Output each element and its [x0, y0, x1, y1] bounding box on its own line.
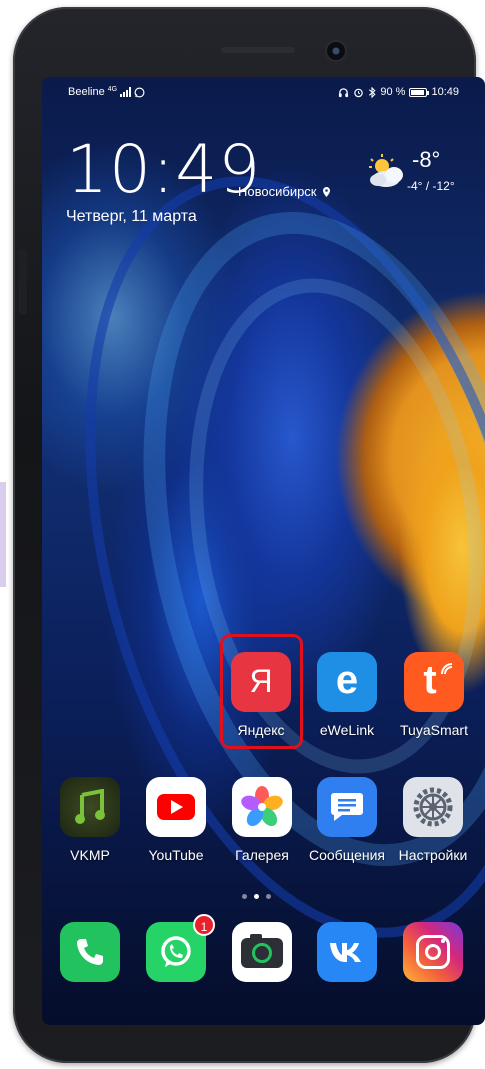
- home-screen: Beeline 4G 90 % 10:49 10:49 Четверг, 11 …: [42, 77, 485, 1025]
- side-edge: [0, 482, 6, 587]
- status-time: 10:49: [431, 86, 459, 98]
- app-vkmp[interactable]: VKMP: [47, 777, 133, 863]
- instagram-icon: [403, 922, 463, 982]
- page-indicator[interactable]: [242, 894, 271, 899]
- tuyasmart-icon: t: [404, 652, 464, 712]
- play-icon: [171, 800, 183, 814]
- ewelink-icon: e: [317, 652, 377, 712]
- ewelink-glyph: e: [335, 658, 359, 702]
- battery-icon: [409, 87, 430, 97]
- app-ewelink[interactable]: e eWeLink: [304, 652, 390, 738]
- dock-vk[interactable]: [304, 922, 390, 992]
- music-note-icon: [75, 789, 105, 824]
- status-bar: Beeline 4G 90 % 10:49: [42, 77, 485, 107]
- city-label: Новосибирск: [238, 184, 317, 199]
- app-label: VKMP: [70, 847, 110, 863]
- vkmp-icon: [60, 777, 120, 837]
- gallery-icon: [232, 777, 292, 837]
- vk-icon: [317, 922, 377, 982]
- page-dot: [242, 894, 247, 899]
- page-dot-active: [254, 894, 259, 899]
- earpiece: [221, 47, 295, 53]
- app-label: YouTube: [148, 847, 204, 863]
- settings-icon: [403, 777, 463, 837]
- app-gallery[interactable]: Галерея: [219, 777, 305, 863]
- camera-icon: [232, 922, 292, 982]
- app-label: Галерея: [235, 847, 289, 863]
- alarm-icon: [354, 88, 364, 97]
- bluetooth-icon: [369, 86, 376, 98]
- clock-widget[interactable]: 10:49: [66, 137, 261, 203]
- headset-icon: [339, 87, 349, 97]
- page-dot: [266, 894, 271, 899]
- wifi-arcs-icon: [441, 663, 453, 675]
- app-label: eWeLink: [319, 722, 375, 738]
- partly-cloudy-icon: [369, 154, 403, 187]
- signal-icon: [120, 87, 132, 97]
- weather-city[interactable]: Новосибирск: [238, 184, 331, 199]
- location-pin-icon: [322, 186, 330, 197]
- phone-icon: [60, 922, 120, 982]
- battery-percent: 90 %: [380, 86, 406, 98]
- messages-icon: [317, 777, 377, 837]
- whatsapp-status-icon: [134, 87, 145, 97]
- phone-frame: Beeline 4G 90 % 10:49 10:49 Четверг, 11 …: [13, 7, 485, 1063]
- dock-camera[interactable]: [219, 922, 305, 992]
- app-settings[interactable]: Настройки: [390, 777, 476, 863]
- app-youtube[interactable]: YouTube: [133, 777, 219, 863]
- app-tuyasmart[interactable]: t TuyaSmart: [391, 652, 477, 738]
- dock-instagram[interactable]: [390, 922, 476, 992]
- front-camera: [327, 42, 345, 60]
- temperature-label: -8°: [412, 147, 441, 172]
- dock-phone[interactable]: [47, 922, 133, 992]
- notification-badge: 1: [193, 914, 215, 936]
- side-button[interactable]: [19, 249, 27, 315]
- app-label: Настройки: [398, 847, 468, 863]
- app-messages[interactable]: Сообщения: [304, 777, 390, 863]
- youtube-icon: [146, 777, 206, 837]
- proximity-sensor: [181, 47, 189, 55]
- date-label: Четверг, 11 марта: [66, 208, 197, 225]
- app-label: TuyaSmart: [400, 722, 468, 738]
- chat-bubble-icon: [331, 793, 363, 821]
- app-label: Сообщения: [309, 847, 385, 863]
- network-type: 4G: [107, 85, 118, 93]
- carrier-name: Beeline: [68, 86, 105, 98]
- temperature-range: -4° / -12°: [407, 179, 455, 193]
- gear-icon: [413, 787, 453, 827]
- highlight-box: [220, 634, 303, 749]
- flower-icon: [241, 786, 283, 827]
